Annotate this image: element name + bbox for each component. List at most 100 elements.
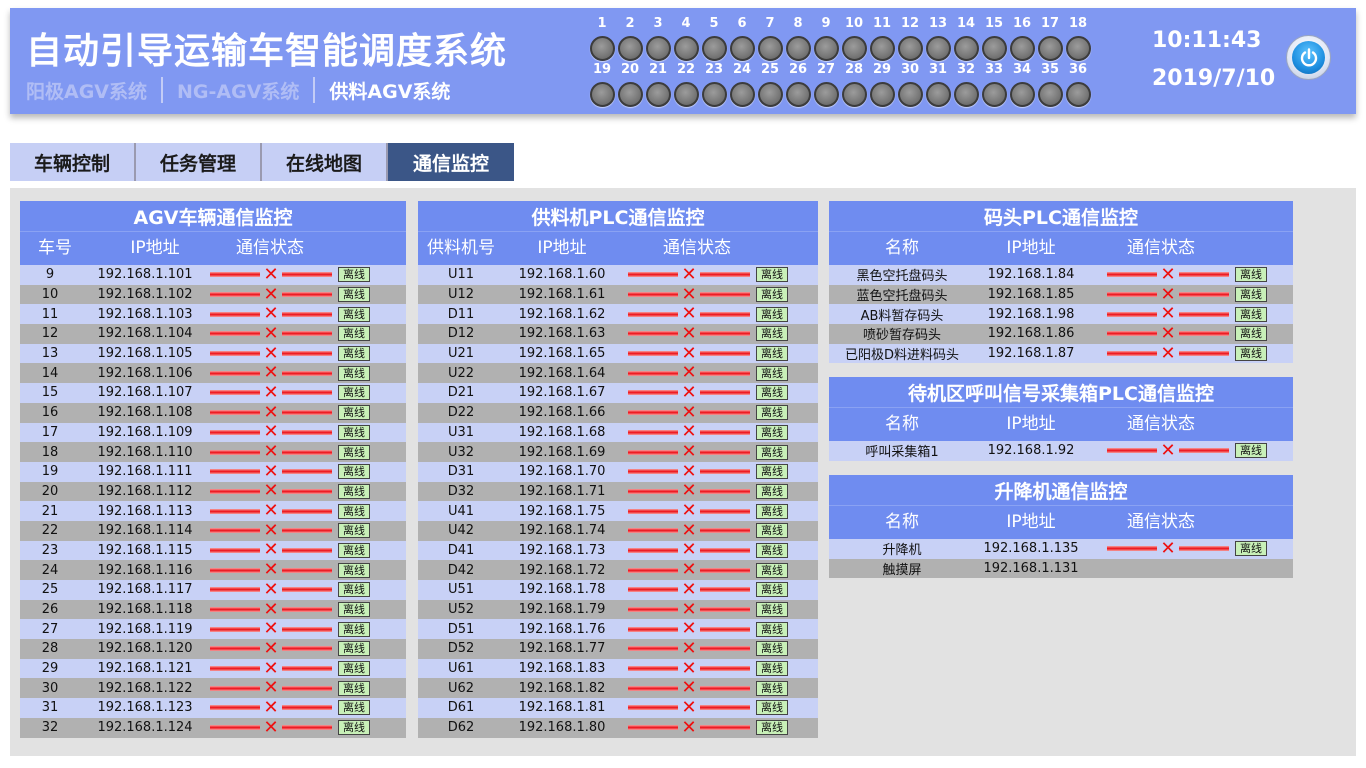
row-ip-address: 192.168.1.109 [97, 424, 193, 440]
table-row: D21 192.168.1.67 ✕ 离线 [418, 383, 818, 403]
comm-status: ✕ 离线 [210, 580, 370, 600]
row-ip-address: 192.168.1.98 [987, 306, 1075, 322]
link-line-icon [700, 449, 750, 455]
vehicle-indicator[interactable]: 25 [756, 62, 784, 107]
link-line-icon [210, 528, 260, 534]
tab-communication-monitor[interactable]: 通信监控 [388, 143, 514, 181]
comm-status: ✕ 离线 [1107, 285, 1267, 305]
comm-status: ✕ 离线 [210, 462, 370, 482]
tab-task-management[interactable]: 任务管理 [136, 143, 262, 181]
row-id: 32 [41, 720, 59, 736]
vehicle-indicator[interactable]: 3 [644, 16, 672, 61]
disconnected-x-icon: ✕ [263, 441, 279, 463]
row-ip-address: 192.168.1.83 [518, 661, 606, 677]
row-id: 黑色空托盘码头 [856, 269, 948, 285]
vehicle-indicator[interactable]: 23 [700, 62, 728, 107]
vehicle-indicator[interactable]: 28 [840, 62, 868, 107]
vehicle-indicator[interactable]: 13 [924, 16, 952, 61]
vehicle-indicator[interactable]: 4 [672, 16, 700, 61]
status-light-icon [617, 82, 643, 107]
call-box-plc-panel: 待机区呼叫信号采集箱PLC通信监控 名称 IP地址 通信状态 呼叫采集箱1 192… [829, 377, 1293, 461]
row-ip-address: 192.168.1.79 [518, 602, 606, 618]
vehicle-indicator-number: 35 [1040, 62, 1060, 77]
vehicle-indicator[interactable]: 14 [952, 16, 980, 61]
system-ng-agv[interactable]: NG-AGV系统 [177, 77, 299, 104]
vehicle-indicator[interactable]: 9 [812, 16, 840, 61]
table-header: 名称 IP地址 通信状态 [829, 505, 1293, 539]
vehicle-indicator[interactable]: 20 [616, 62, 644, 107]
status-light-icon [757, 36, 783, 61]
vehicle-indicator[interactable]: 33 [980, 62, 1008, 107]
comm-status: ✕ 离线 [628, 718, 788, 738]
row-ip-address: 192.168.1.121 [97, 661, 193, 677]
comm-status: ✕ 离线 [628, 285, 788, 305]
vehicle-indicator[interactable]: 15 [980, 16, 1008, 61]
disconnected-x-icon: ✕ [263, 480, 279, 502]
vehicle-indicator[interactable]: 26 [784, 62, 812, 107]
vehicle-indicator[interactable]: 12 [896, 16, 924, 61]
system-feeding-agv[interactable]: 供料AGV系统 [329, 77, 450, 104]
status-badge: 离线 [756, 405, 788, 421]
vehicle-indicator[interactable]: 16 [1008, 16, 1036, 61]
link-line-icon [210, 587, 260, 593]
vehicle-indicator-number: 10 [844, 16, 864, 31]
vehicle-indicator[interactable]: 21 [644, 62, 672, 107]
row-id: 28 [41, 641, 59, 657]
dock-plc-panel: 码头PLC通信监控 名称 IP地址 通信状态 黑色空托盘码头 192.168.1.… [829, 201, 1293, 364]
vehicle-indicator[interactable]: 22 [672, 62, 700, 107]
vehicle-indicator[interactable]: 35 [1036, 62, 1064, 107]
vehicle-indicator[interactable]: 10 [840, 16, 868, 61]
vehicle-indicator[interactable]: 24 [728, 62, 756, 107]
vehicle-indicator[interactable]: 32 [952, 62, 980, 107]
comm-status: ✕ 离线 [210, 560, 370, 580]
table-row: U22 192.168.1.64 ✕ 离线 [418, 362, 818, 384]
vehicle-indicator[interactable]: 34 [1008, 62, 1036, 107]
status-light-icon [785, 82, 811, 107]
vehicle-indicator[interactable]: 17 [1036, 16, 1064, 61]
disconnected-x-icon: ✕ [681, 618, 697, 640]
link-line-icon [628, 410, 678, 416]
vehicle-indicator-number: 30 [900, 62, 920, 77]
table-row: 25 192.168.1.117 ✕ 离线 [20, 580, 406, 600]
vehicle-indicator[interactable]: 5 [700, 16, 728, 61]
lift-table-body: 升降机 192.168.1.135 ✕ 离线 触摸屏 192.168.1.131 [829, 539, 1293, 579]
vehicle-indicator[interactable]: 31 [924, 62, 952, 107]
comm-status: ✕ 离线 [210, 678, 370, 698]
row-ip-address: 192.168.1.124 [97, 720, 193, 736]
vehicle-indicator[interactable]: 19 [588, 62, 616, 107]
vehicle-indicator[interactable]: 30 [896, 62, 924, 107]
vehicle-indicator-number: 15 [984, 16, 1004, 31]
vehicle-indicator[interactable]: 1 [588, 16, 616, 61]
vehicle-indicator[interactable]: 36 [1064, 62, 1092, 107]
vehicle-indicator-row-1: 1 2 3 4 5 6 7 8 9 10 11 12 13 14 15 16 17 18 [588, 16, 1092, 61]
header-bar: 自动引导运输车智能调度系统 阳极AGV系统 NG-AGV系统 供料AGV系统 1… [10, 8, 1356, 114]
link-line-icon [282, 587, 332, 593]
tab-online-map[interactable]: 在线地图 [262, 143, 388, 181]
link-line-icon [700, 685, 750, 691]
disconnected-x-icon: ✕ [681, 362, 697, 384]
disconnected-x-icon: ✕ [681, 657, 697, 679]
link-line-icon [210, 725, 260, 731]
vehicle-indicator[interactable]: 2 [616, 16, 644, 61]
row-id: D42 [447, 562, 475, 578]
table-row: 30 192.168.1.122 ✕ 离线 [20, 678, 406, 699]
vehicle-indicator-number: 27 [816, 62, 836, 77]
vehicle-indicator[interactable]: 18 [1064, 16, 1092, 61]
tab-vehicle-control[interactable]: 车辆控制 [10, 143, 136, 181]
vehicle-indicator-number: 19 [592, 62, 612, 77]
system-separator [161, 77, 164, 103]
disconnected-x-icon: ✕ [681, 460, 697, 482]
disconnected-x-icon: ✕ [263, 322, 279, 344]
comm-status: ✕ 离线 [628, 678, 788, 698]
system-anode-agv[interactable]: 阳极AGV系统 [26, 77, 147, 104]
power-button[interactable] [1286, 35, 1331, 80]
vehicle-indicator[interactable]: 6 [728, 16, 756, 61]
vehicle-indicator[interactable]: 27 [812, 62, 840, 107]
vehicle-indicator[interactable]: 7 [756, 16, 784, 61]
vehicle-indicator[interactable]: 29 [868, 62, 896, 107]
vehicle-indicator[interactable]: 8 [784, 16, 812, 61]
row-ip-address: 192.168.1.111 [97, 464, 193, 480]
comm-status: ✕ 离线 [210, 324, 370, 344]
disconnected-x-icon: ✕ [263, 362, 279, 384]
vehicle-indicator[interactable]: 11 [868, 16, 896, 61]
